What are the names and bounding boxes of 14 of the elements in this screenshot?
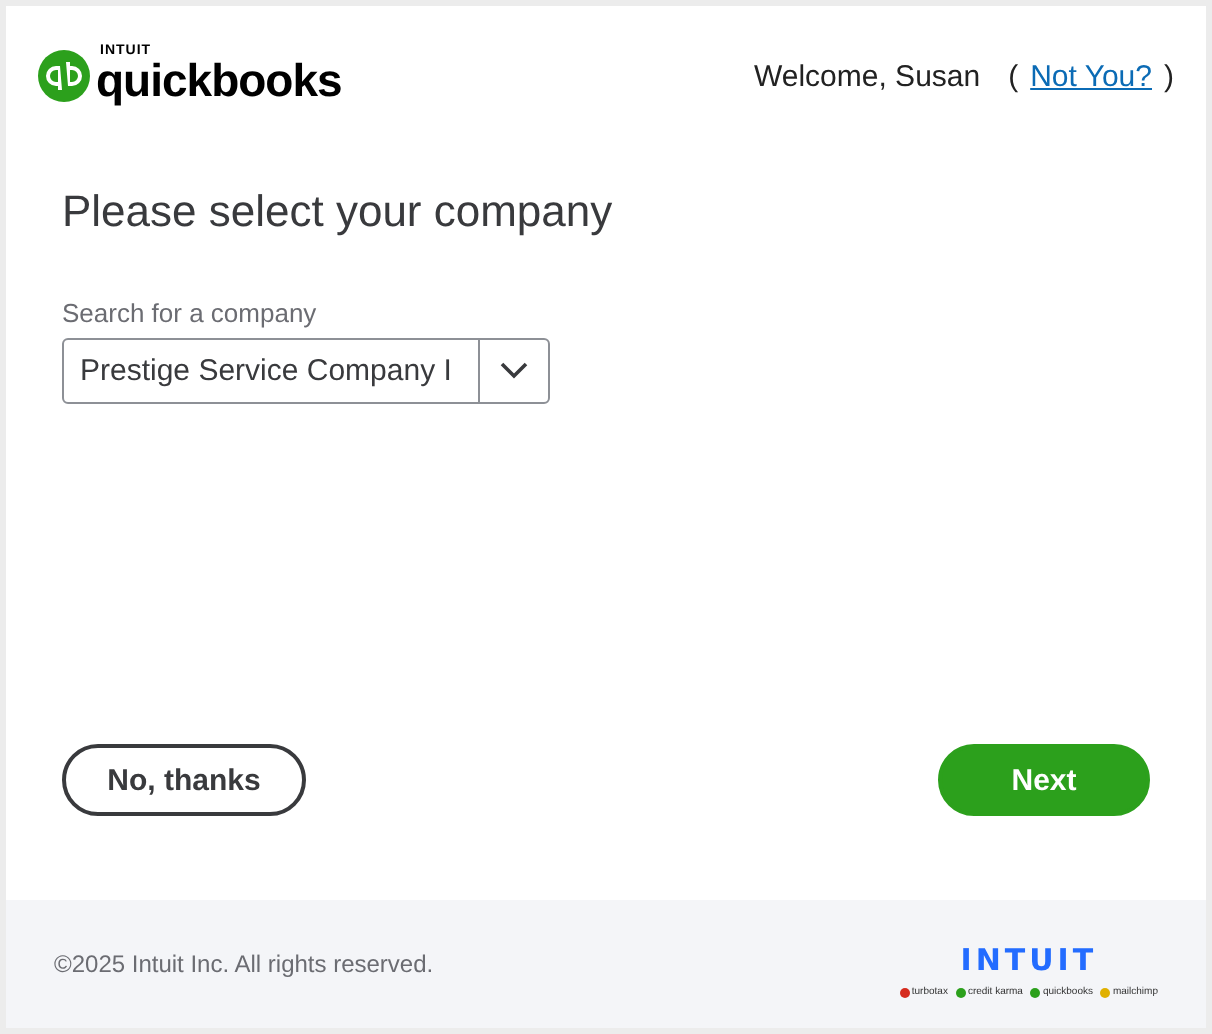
company-dropdown[interactable]: Prestige Service Company I	[62, 338, 550, 404]
copyright-text: ©2025 Intuit Inc. All rights reserved.	[54, 950, 434, 978]
company-field[interactable]: Prestige Service Company I	[64, 340, 479, 402]
not-you-link[interactable]: Not You?	[1030, 59, 1152, 93]
field-label: Search for a company	[62, 298, 319, 328]
qb-logo-icon	[38, 50, 90, 102]
paren-text: )	[1164, 59, 1174, 93]
chevron-down-icon	[500, 362, 529, 380]
brand-name: quickbooks	[96, 54, 342, 108]
page-title: Please select your company	[62, 186, 615, 238]
intuit-logo: INTUIT	[960, 942, 1098, 978]
decline-button[interactable]: No, thanks	[62, 744, 306, 816]
welcome-text: Welcome, Susan	[753, 59, 981, 93]
paren-text: (	[1008, 59, 1019, 93]
